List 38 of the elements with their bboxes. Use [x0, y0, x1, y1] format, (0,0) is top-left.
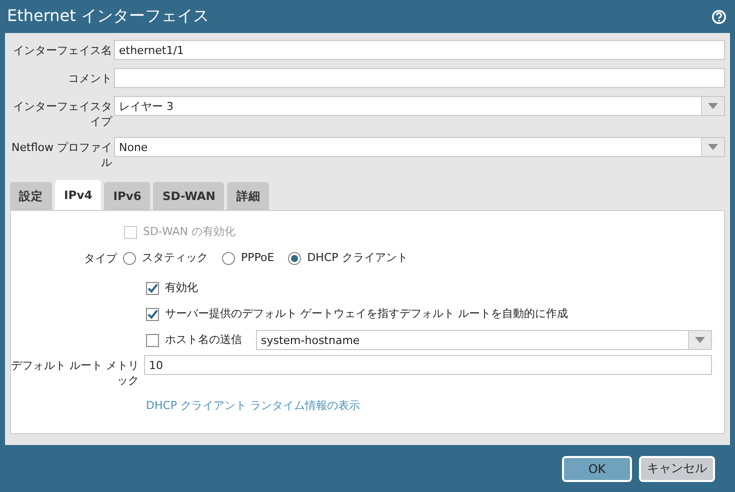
window-title: Ethernet インターフェイス	[7, 6, 210, 27]
dropdown[interactable]: レイヤー 3	[114, 96, 725, 116]
checkbox-label: 有効化	[165, 280, 198, 296]
field-label: コメント	[67, 71, 113, 86]
checkbox[interactable]	[146, 282, 159, 294]
tab[interactable]: SD-WAN	[153, 182, 224, 210]
tab[interactable]: 設定	[10, 182, 52, 210]
caret-icon	[708, 144, 718, 150]
checkbox[interactable]	[146, 308, 159, 320]
checkbox-label: SD-WAN の有効化	[143, 224, 236, 240]
field-label: インターフェイス名	[12, 43, 113, 58]
link[interactable]: DHCP クライアント ランタイム情報の表示	[146, 399, 360, 412]
checkbox[interactable]	[146, 334, 159, 346]
caret-icon	[695, 337, 705, 343]
field-label: インターフェイスタイプ	[12, 99, 114, 129]
help-icon[interactable]	[711, 8, 727, 24]
cancel-button[interactable]: キャンセル	[639, 456, 715, 482]
tab[interactable]: IPv4	[55, 180, 102, 210]
radio-button[interactable]	[222, 252, 235, 264]
tab[interactable]: IPv6	[104, 182, 150, 210]
input-field[interactable]	[114, 68, 725, 88]
radio-label: DHCP クライアント	[307, 250, 408, 266]
checkbox-label: ホスト名の送信	[165, 332, 242, 348]
caret-icon	[708, 103, 718, 109]
radio-button[interactable]	[288, 252, 302, 264]
input-field[interactable]: ethernet1/1	[114, 40, 725, 60]
field-label: タイプ	[83, 250, 117, 266]
radio-button[interactable]	[123, 252, 136, 264]
input-field[interactable]: 10	[144, 355, 712, 375]
dropdown[interactable]: system-hostname	[256, 330, 712, 350]
ok-button[interactable]: OK	[562, 456, 632, 482]
radio-label: スタティック	[142, 250, 208, 266]
field-label: デフォルト ルート メトリック	[11, 358, 140, 388]
tab[interactable]: 詳細	[227, 182, 270, 210]
radio-label: PPPoE	[241, 250, 274, 266]
field-label: Netflow プロファイル	[10, 140, 113, 170]
dropdown[interactable]: None	[114, 137, 725, 157]
checkbox-label: サーバー提供のデフォルト ゲートウェイを指すデフォルト ルートを自動的に作成	[165, 306, 568, 322]
